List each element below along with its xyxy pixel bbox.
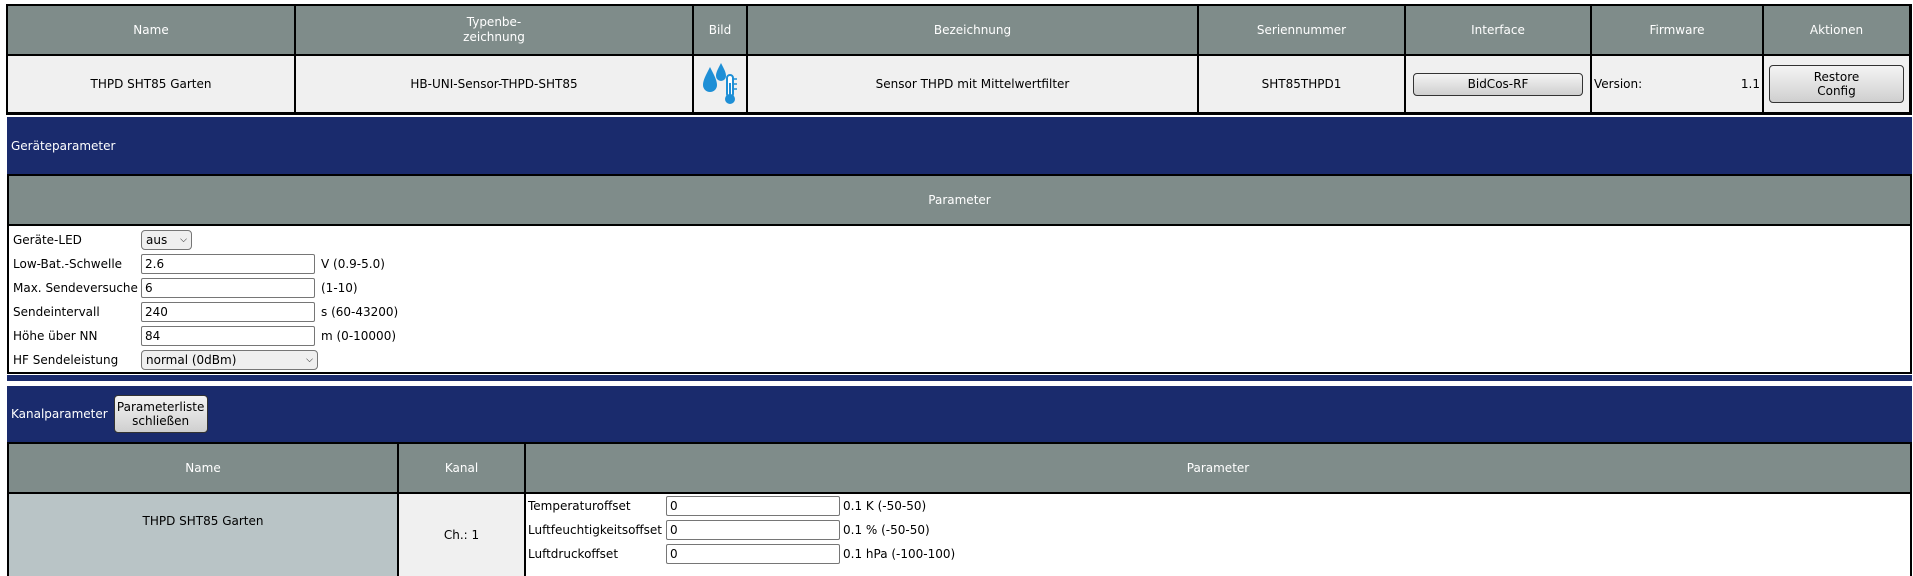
retries-input[interactable] — [141, 278, 315, 298]
close-parameter-list-button[interactable]: Parameterliste schließen — [113, 395, 208, 433]
channel-header-name: Name — [9, 444, 397, 492]
channel-number: Ch.: 1 — [399, 494, 524, 576]
txpower-select[interactable]: normal (0dBm) ⌵ — [141, 350, 318, 370]
firmware-value: 1.1 — [1740, 77, 1760, 91]
param-label-altitude: Höhe über NN — [13, 329, 98, 343]
lowbat-input[interactable] — [141, 254, 315, 274]
channel-params-cell: Temperaturoffset 0.1 K (-50-50) Luftfeuc… — [526, 494, 1910, 576]
device-params-rows: Geräte-LED aus ⌵ Low-Bat.-Schwelle V (0.… — [9, 228, 1910, 374]
channel-param-unit-temp: 0.1 K (-50-50) — [843, 499, 927, 513]
device-image — [694, 56, 746, 112]
device-actions-cell: Restore Config — [1764, 56, 1909, 112]
device-params-box: Parameter Geräte-LED aus ⌵ Low-Bat.-Schw… — [7, 174, 1912, 374]
param-unit-interval: s (60-43200) — [321, 305, 399, 319]
channel-params-section-title: Kanalparameter Parameterliste schließen — [7, 386, 1912, 442]
header-firmware: Firmware — [1592, 6, 1762, 54]
channel-header-channel: Kanal — [399, 444, 524, 492]
device-type: HB-UNI-Sensor-THPD-SHT85 — [296, 56, 692, 112]
firmware-label: Version: — [1594, 77, 1643, 91]
temp-offset-input[interactable] — [666, 496, 840, 516]
device-name: THPD SHT85 Garten — [8, 56, 294, 112]
param-label-retries: Max. Sendeversuche — [13, 281, 138, 295]
pressure-offset-input[interactable] — [666, 544, 840, 564]
led-select[interactable]: aus ⌵ — [141, 230, 192, 250]
channel-header-parameter: Parameter — [526, 444, 1910, 492]
channel-param-label-humidity: Luftfeuchtigkeitsoffset — [528, 523, 663, 537]
header-image: Bild — [694, 6, 746, 54]
txpower-select-value: normal (0dBm) — [146, 353, 237, 367]
device-table: Name Typenbe- zeichnung Bild Bezeichnung… — [6, 4, 1912, 115]
param-unit-lowbat: V (0.9-5.0) — [321, 257, 385, 271]
param-label-led: Geräte-LED — [13, 233, 82, 247]
interface-button[interactable]: BidCos-RF — [1413, 72, 1583, 96]
channel-param-unit-humidity: 0.1 % (-50-50) — [843, 523, 930, 537]
humidity-offset-input[interactable] — [666, 520, 840, 540]
channel-name: THPD SHT85 Garten — [9, 494, 397, 576]
param-unit-retries: (1-10) — [321, 281, 358, 295]
humidity-thermometer-icon — [703, 63, 737, 104]
param-label-interval: Sendeintervall — [13, 305, 100, 319]
chevron-down-icon: ⌵ — [180, 235, 187, 245]
device-params-section-title: Geräteparameter — [7, 117, 1912, 174]
channel-param-unit-pressure: 0.1 hPa (-100-100) — [843, 547, 956, 561]
channel-param-label-pressure: Luftdruckoffset — [528, 547, 619, 561]
header-serial: Seriennummer — [1199, 6, 1404, 54]
device-description: Sensor THPD mit Mittelwertfilter — [748, 56, 1197, 112]
param-label-lowbat: Low-Bat.-Schwelle — [13, 257, 123, 271]
altitude-input[interactable] — [141, 326, 315, 346]
device-serial: SHT85THPD1 — [1199, 56, 1404, 112]
led-select-value: aus — [146, 233, 168, 247]
param-unit-altitude: m (0-10000) — [321, 329, 397, 343]
param-label-txpower: HF Sendeleistung — [13, 353, 119, 367]
header-description: Bezeichnung — [748, 6, 1197, 54]
channel-table: Name Kanal Parameter THPD SHT85 Garten C… — [7, 442, 1912, 576]
channel-params-title: Kanalparameter — [11, 407, 108, 421]
header-interface: Interface — [1406, 6, 1590, 54]
restore-config-button[interactable]: Restore Config — [1769, 65, 1904, 103]
interval-input[interactable] — [141, 302, 315, 322]
device-params-divider — [9, 224, 1910, 226]
header-name: Name — [8, 6, 294, 54]
chevron-down-icon: ⌵ — [306, 355, 313, 365]
channel-param-label-temp: Temperaturoffset — [528, 499, 631, 513]
header-actions: Aktionen — [1764, 6, 1909, 54]
device-firmware-cell: Version: 1.1 — [1592, 56, 1762, 112]
section-separator — [7, 375, 1912, 381]
device-params-header: Parameter — [9, 176, 1910, 224]
device-interface-cell: BidCos-RF — [1406, 56, 1590, 112]
header-type: Typenbe- zeichnung — [296, 6, 692, 54]
